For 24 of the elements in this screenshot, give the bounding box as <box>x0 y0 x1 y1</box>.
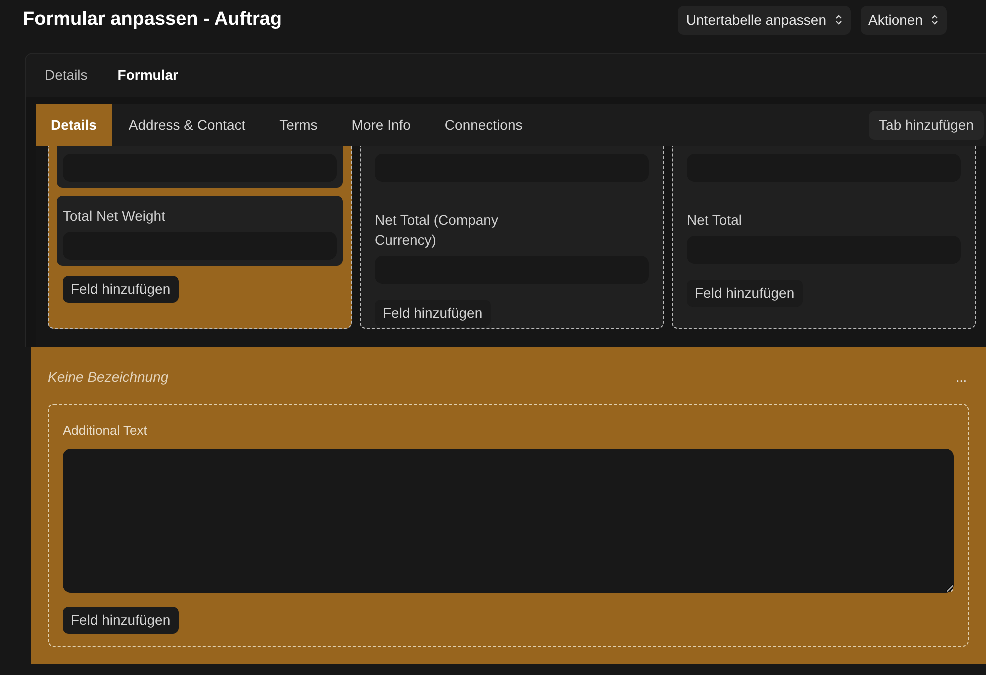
more-menu-button[interactable]: ... <box>956 368 967 388</box>
section-label: Keine Bezeichnung <box>48 368 169 387</box>
add-field-button[interactable]: Feld hinzufügen <box>375 300 491 327</box>
form-tab[interactable]: Terms <box>262 104 335 146</box>
form-tab[interactable]: Address & Contact <box>112 104 263 146</box>
form-tab[interactable]: Details <box>36 104 112 146</box>
field-label: Additional Text <box>63 422 148 440</box>
dropdown-button[interactable]: Aktionen <box>860 6 947 34</box>
page-title: Formular anpassen - Auftrag <box>23 8 282 32</box>
field-label: Net Total <box>687 211 743 230</box>
view-tab[interactable]: Formular <box>118 65 178 86</box>
add-field-button[interactable]: Feld hinzufügen <box>63 276 179 303</box>
chevron-up-down-icon <box>931 14 939 26</box>
chevron-up-down-icon <box>834 14 843 26</box>
field-label: Net Total (Company Currency) <box>375 211 500 250</box>
add-tab-button[interactable]: Tab hinzufügen <box>869 110 984 140</box>
add-field-button[interactable]: Feld hinzufügen <box>687 280 803 307</box>
field-label: Total Net Weight <box>63 207 166 226</box>
view-tab[interactable]: Details <box>45 65 88 86</box>
text-area[interactable] <box>63 448 954 592</box>
add-field-button[interactable]: Feld hinzufügen <box>63 606 179 634</box>
dropdown-button[interactable]: Untertabelle anpassen <box>678 6 851 34</box>
form-tab[interactable]: More Info <box>334 104 428 146</box>
form-tab[interactable]: Connections <box>428 104 540 146</box>
